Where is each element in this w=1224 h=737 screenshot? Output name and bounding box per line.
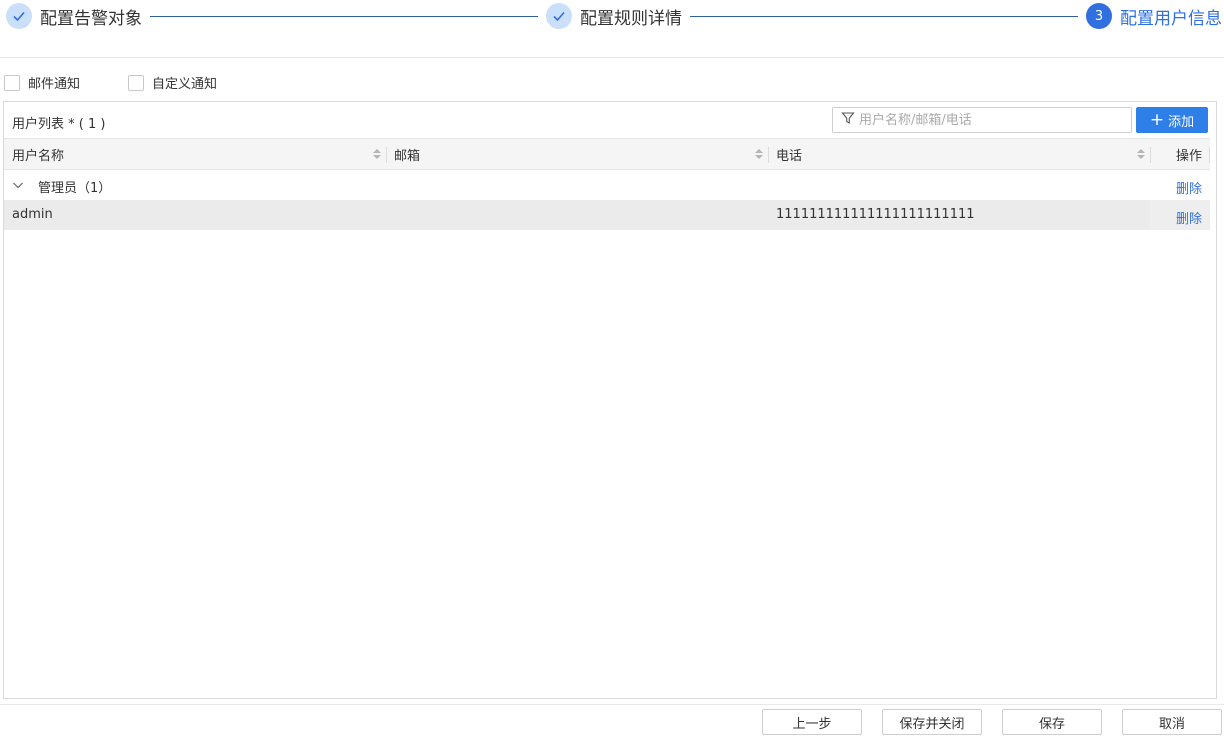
- sort-icon[interactable]: [372, 148, 382, 160]
- column-divider: [1209, 147, 1210, 163]
- add-user-button[interactable]: + 添加: [1136, 107, 1208, 133]
- column-header-label: 用户名称: [12, 148, 65, 164]
- user-filter-input[interactable]: [859, 112, 1131, 128]
- checkbox-icon[interactable]: [4, 74, 20, 91]
- group-title: 管理员（1）: [38, 181, 112, 196]
- divider: [0, 57, 1224, 58]
- step-3[interactable]: 3 配置用户信息: [1086, 3, 1222, 29]
- user-name-cell: admin: [12, 207, 53, 222]
- email-notify-label: 邮件通知: [28, 77, 81, 92]
- delete-user-link[interactable]: 删除: [1176, 208, 1202, 227]
- column-divider: [1150, 147, 1151, 163]
- notify-options: 邮件通知 自定义通知: [4, 73, 265, 92]
- panel-header: 用户列表 * ( 1 ) + 添加: [4, 102, 1216, 138]
- plus-icon: +: [1149, 109, 1165, 130]
- column-header-label: 操作: [1176, 148, 1203, 164]
- group-row[interactable]: 管理员（1） 删除: [4, 170, 1210, 200]
- previous-step-button[interactable]: 上一步: [762, 709, 862, 735]
- user-phone-cell: 111111111111111111111111: [776, 207, 975, 222]
- user-filter[interactable]: [832, 107, 1132, 133]
- column-header-email[interactable]: 邮箱: [394, 139, 768, 169]
- filter-icon: [841, 111, 855, 129]
- column-header-name[interactable]: 用户名称: [12, 139, 386, 169]
- column-header-actions: 操作: [1176, 139, 1206, 169]
- column-header-label: 邮箱: [394, 148, 421, 164]
- check-icon: [546, 3, 572, 29]
- save-button[interactable]: 保存: [1002, 709, 1102, 735]
- column-header-phone[interactable]: 电话: [776, 139, 1150, 169]
- delete-group-link[interactable]: 删除: [1176, 178, 1202, 197]
- custom-notify-checkbox[interactable]: 自定义通知: [128, 73, 217, 92]
- save-and-close-button[interactable]: 保存并关闭: [882, 709, 982, 735]
- column-header-label: 电话: [776, 148, 803, 164]
- email-notify-checkbox[interactable]: 邮件通知: [4, 73, 80, 92]
- cancel-button[interactable]: 取消: [1122, 709, 1222, 735]
- step-number: 3: [1086, 3, 1112, 29]
- table-header: 用户名称 邮箱 电话 操作: [4, 138, 1210, 170]
- sort-icon[interactable]: [754, 148, 764, 160]
- custom-notify-label: 自定义通知: [152, 77, 218, 92]
- add-user-label: 添加: [1168, 114, 1195, 130]
- user-list-panel: 用户列表 * ( 1 ) + 添加 用户名称 邮箱 电话: [3, 101, 1217, 699]
- checkbox-icon[interactable]: [128, 74, 145, 91]
- column-divider: [768, 147, 769, 163]
- divider: [0, 704, 1224, 705]
- panel-title: 用户列表 * ( 1 ): [12, 117, 106, 132]
- step-1-title: 配置告警对象: [40, 8, 142, 29]
- step-2-title: 配置规则详情: [580, 8, 682, 29]
- step-connector: [690, 16, 1078, 17]
- sort-icon[interactable]: [1136, 148, 1146, 160]
- chevron-down-icon[interactable]: [12, 179, 24, 194]
- column-divider: [386, 147, 387, 163]
- step-connector: [150, 16, 538, 17]
- check-icon: [6, 3, 32, 29]
- step-3-title: 配置用户信息: [1120, 8, 1222, 29]
- step-1[interactable]: 配置告警对象: [6, 3, 142, 29]
- step-2[interactable]: 配置规则详情: [546, 3, 682, 29]
- table-row[interactable]: admin 111111111111111111111111 删除: [4, 200, 1210, 230]
- wizard-steps: 配置告警对象 配置规则详情 3 配置用户信息: [0, 0, 1224, 34]
